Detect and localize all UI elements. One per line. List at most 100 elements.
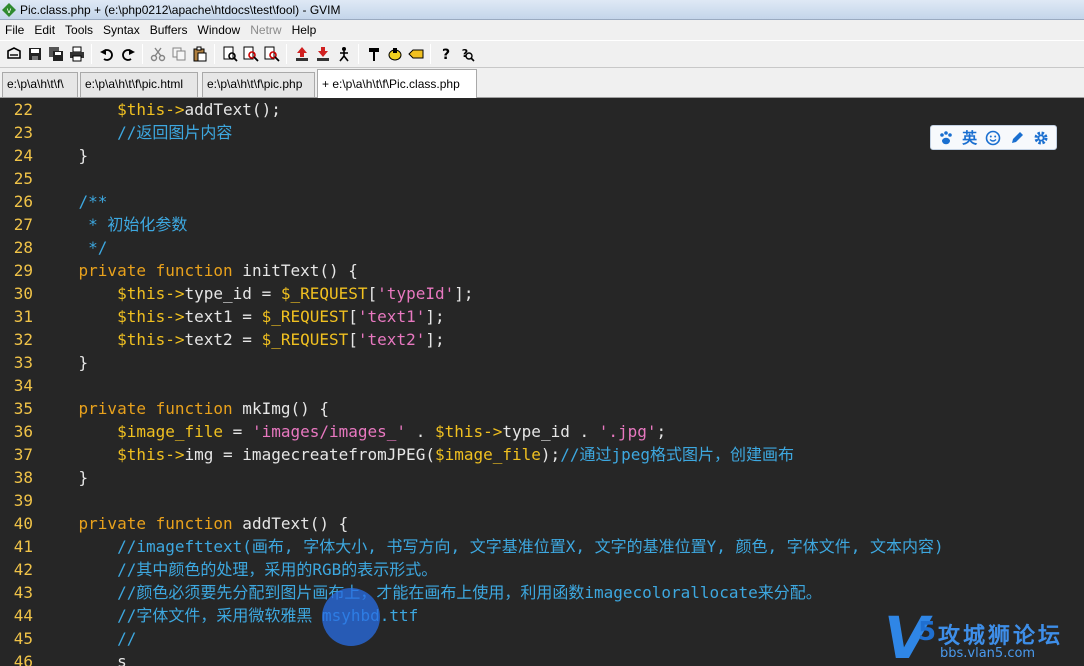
toolbar: ? ? — [0, 40, 1084, 68]
menu-edit[interactable]: Edit — [29, 23, 60, 37]
code-line[interactable]: 24 } — [0, 144, 1084, 167]
svg-text:5: 5 — [918, 617, 936, 647]
watermark-url: bbs.vlan5.com — [940, 646, 1036, 661]
code-line[interactable]: 40 private function addText() { — [0, 512, 1084, 535]
code-line[interactable]: 37 $this->img = imagecreatefromJPEG($ima… — [0, 443, 1084, 466]
gvim-app-icon[interactable]: v — [2, 2, 16, 17]
open-icon[interactable] — [3, 43, 24, 65]
code-line[interactable]: 35 private function mkImg() { — [0, 397, 1084, 420]
code-text[interactable]: */ — [40, 236, 107, 259]
find-prev-icon[interactable] — [261, 43, 282, 65]
pen-icon[interactable] — [1007, 128, 1027, 148]
code-line[interactable]: 31 $this->text1 = $_REQUEST['text1']; — [0, 305, 1084, 328]
line-number: 32 — [13, 330, 33, 349]
code-editor[interactable]: 22 $this->addText(); 23 //返回图片内容 24 } 25 26 … — [0, 98, 1084, 666]
code-text[interactable]: private function mkImg() { — [40, 397, 329, 420]
code-text[interactable]: $image_file = 'images/images_' . $this->… — [40, 420, 666, 443]
tab-3[interactable]: e:\p\a\h\t\f\pic.php — [202, 72, 315, 97]
line-number: 33 — [13, 353, 33, 372]
menu-window[interactable]: Window — [193, 23, 246, 37]
code-text[interactable]: } — [40, 466, 89, 489]
menu-netrw[interactable]: Netrw — [245, 23, 286, 37]
code-line[interactable]: 27 * 初始化参数 — [0, 213, 1084, 236]
code-text[interactable]: } — [40, 351, 89, 374]
load-session-icon[interactable] — [291, 43, 312, 65]
tab-2[interactable]: e:\p\a\h\t\f\pic.html — [80, 72, 198, 97]
code-line[interactable]: 23 //返回图片内容 — [0, 121, 1084, 144]
line-number: 37 — [13, 445, 33, 464]
help-icon[interactable]: ? — [435, 43, 456, 65]
tab-1[interactable]: e:\p\a\h\t\f\ — [2, 72, 78, 97]
code-line[interactable]: 32 $this->text2 = $_REQUEST['text2']; — [0, 328, 1084, 351]
code-line[interactable]: 25 — [0, 167, 1084, 190]
make-icon[interactable] — [363, 43, 384, 65]
tab-4[interactable]: + e:\p\a\h\t\f\Pic.class.php — [317, 69, 477, 98]
paw-icon[interactable] — [936, 128, 956, 148]
menu-tools[interactable]: Tools — [60, 23, 98, 37]
code-text[interactable]: private function addText() { — [40, 512, 349, 535]
code-text[interactable]: //颜色必须要先分配到图片画布上，才能在画布上使用，利用函数imagecolor… — [40, 581, 822, 604]
code-line[interactable]: 33 } — [0, 351, 1084, 374]
line-number: 44 — [13, 606, 33, 625]
line-number: 43 — [13, 583, 33, 602]
code-line[interactable]: 34 — [0, 374, 1084, 397]
code-line[interactable]: 36 $image_file = 'images/images_' . $thi… — [0, 420, 1084, 443]
code-text[interactable]: } — [40, 144, 89, 167]
redo-icon[interactable] — [117, 43, 138, 65]
paste-icon[interactable] — [189, 43, 210, 65]
menu-syntax[interactable]: Syntax — [98, 23, 145, 37]
code-line[interactable]: 38 } — [0, 466, 1084, 489]
code-text[interactable]: $this->text1 = $_REQUEST['text1']; — [40, 305, 445, 328]
menu-help[interactable]: Help — [287, 23, 322, 37]
code-text[interactable]: * 初始化参数 — [40, 213, 187, 236]
line-number: 25 — [13, 169, 33, 188]
code-line[interactable]: 22 $this->addText(); — [0, 98, 1084, 121]
save-all-icon[interactable] — [45, 43, 66, 65]
code-line[interactable]: 29 private function initText() { — [0, 259, 1084, 282]
find-replace-icon[interactable] — [219, 43, 240, 65]
shell-icon[interactable] — [384, 43, 405, 65]
undo-icon[interactable] — [96, 43, 117, 65]
tags-icon[interactable] — [405, 43, 426, 65]
menu-buffers[interactable]: Buffers — [145, 23, 193, 37]
english-mode-icon[interactable]: 英 — [960, 128, 980, 148]
line-number: 30 — [13, 284, 33, 303]
toolbar-separator — [91, 44, 92, 64]
settings-gear-icon[interactable] — [1031, 128, 1051, 148]
code-line[interactable]: 41 //imagefttext(画布, 字体大小, 书写方向, 文字基准位置X… — [0, 535, 1084, 558]
code-text[interactable]: /** — [40, 190, 108, 213]
tab-bar: e:\p\a\h\t\f\ e:\p\a\h\t\f\pic.html e:\p\a… — [0, 68, 1084, 98]
code-line[interactable]: 39 — [0, 489, 1084, 512]
code-text[interactable]: //返回图片内容 — [40, 121, 232, 144]
line-number: 28 — [13, 238, 33, 257]
print-icon[interactable] — [66, 43, 87, 65]
find-next-icon[interactable] — [240, 43, 261, 65]
code-line[interactable]: 42 //其中颜色的处理，采用的RGB的表示形式。 — [0, 558, 1084, 581]
save-session-icon[interactable] — [312, 43, 333, 65]
ime-toolbar[interactable]: 英 — [930, 125, 1057, 150]
code-text[interactable]: //imagefttext(画布, 字体大小, 书写方向, 文字基准位置X, 文… — [40, 535, 944, 558]
code-text[interactable]: // — [40, 627, 136, 650]
line-number: 27 — [13, 215, 33, 234]
find-help-icon[interactable]: ? — [456, 43, 477, 65]
code-text[interactable]: s — [40, 650, 127, 666]
site-watermark: V 5 攻城狮论坛 bbs.vlan5.com — [882, 600, 1084, 666]
code-line[interactable]: 26 /** — [0, 190, 1084, 213]
code-text[interactable]: //其中颜色的处理，采用的RGB的表示形式。 — [40, 558, 437, 581]
smiley-icon[interactable] — [983, 128, 1003, 148]
code-line[interactable]: 30 $this->type_id = $_REQUEST['typeId']; — [0, 282, 1084, 305]
line-number: 26 — [13, 192, 33, 211]
code-text[interactable]: $this->text2 = $_REQUEST['text2']; — [40, 328, 445, 351]
window-titlebar[interactable]: v Pic.class.php + (e:\php0212\apache\htd… — [0, 0, 1084, 20]
code-text[interactable]: $this->img = imagecreatefromJPEG($image_… — [40, 443, 794, 466]
save-icon[interactable] — [24, 43, 45, 65]
code-text[interactable]: $this->addText(); — [40, 98, 281, 121]
run-script-icon[interactable] — [333, 43, 354, 65]
menu-file[interactable]: File — [0, 23, 29, 37]
code-text[interactable]: private function initText() { — [40, 259, 358, 282]
toolbar-separator — [142, 44, 143, 64]
copy-icon[interactable] — [168, 43, 189, 65]
code-text[interactable]: $this->type_id = $_REQUEST['typeId']; — [40, 282, 473, 305]
cut-icon[interactable] — [147, 43, 168, 65]
code-line[interactable]: 28 */ — [0, 236, 1084, 259]
